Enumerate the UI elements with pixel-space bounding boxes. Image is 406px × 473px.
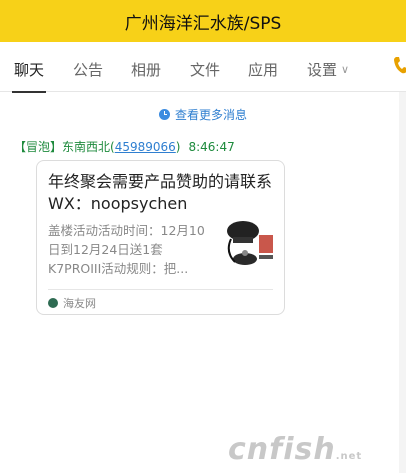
tab-announcements-label: 公告 bbox=[73, 61, 104, 79]
tab-chat-label: 聊天 bbox=[14, 61, 45, 79]
tab-files[interactable]: 文件 bbox=[190, 42, 220, 92]
cnfish-watermark: cnfish.net bbox=[228, 432, 362, 467]
message-sender-line: 【冒泡】东南西北(45989066) 8:46:47 bbox=[14, 138, 235, 155]
tab-files-label: 文件 bbox=[190, 61, 221, 79]
group-title: 广州海洋汇水族/SPS bbox=[124, 13, 282, 34]
watermark-main: cnfish bbox=[228, 432, 336, 467]
tab-announcements[interactable]: 公告 bbox=[73, 42, 103, 92]
tab-apps-label: 应用 bbox=[248, 61, 279, 79]
tab-album[interactable]: 相册 bbox=[131, 42, 161, 92]
view-more-messages-label: 查看更多消息 bbox=[174, 107, 247, 122]
message-tag: 【冒泡】 bbox=[14, 140, 63, 154]
card-source: 海友网 bbox=[48, 295, 96, 311]
scrollbar-track[interactable] bbox=[399, 92, 406, 473]
sender-name: 东南西北( bbox=[62, 140, 115, 154]
card-title: 年终聚会需要产品赞助的请联系WX：noopsychen bbox=[48, 172, 273, 213]
sender-id-link[interactable]: 45989066 bbox=[115, 140, 176, 154]
clock-icon bbox=[158, 108, 170, 120]
view-more-messages-link[interactable]: 查看更多消息 bbox=[0, 105, 406, 123]
card-source-label: 海友网 bbox=[63, 297, 96, 310]
watermark-suffix: .net bbox=[335, 451, 363, 462]
tab-settings[interactable]: 设置 ∨ bbox=[307, 42, 349, 92]
card-thumbnail bbox=[225, 217, 275, 277]
card-description: 盖楼活动活动时间：12月10日到12月24日送1套K7PROIII活动规则：把.… bbox=[48, 223, 205, 276]
message-time: 8:46:47 bbox=[188, 140, 235, 154]
tab-apps[interactable]: 应用 bbox=[248, 42, 278, 92]
tab-bar: 聊天 公告 相册 文件 应用 设置 ∨ bbox=[0, 42, 406, 93]
group-title-bar: 广州海洋汇水族/SPS bbox=[0, 0, 406, 42]
tab-album-label: 相册 bbox=[131, 61, 162, 79]
sender-close: ) bbox=[175, 140, 181, 154]
card-divider bbox=[48, 289, 273, 290]
tab-chat[interactable]: 聊天 bbox=[11, 42, 47, 93]
shared-link-card[interactable]: 年终聚会需要产品赞助的请联系WX：noopsychen 盖楼活动活动时间：12月… bbox=[36, 160, 285, 315]
haiyou-logo-icon bbox=[48, 298, 58, 308]
tab-settings-label: 设置 bbox=[307, 61, 338, 79]
chevron-down-icon: ∨ bbox=[341, 63, 350, 76]
phone-icon[interactable] bbox=[393, 56, 406, 76]
